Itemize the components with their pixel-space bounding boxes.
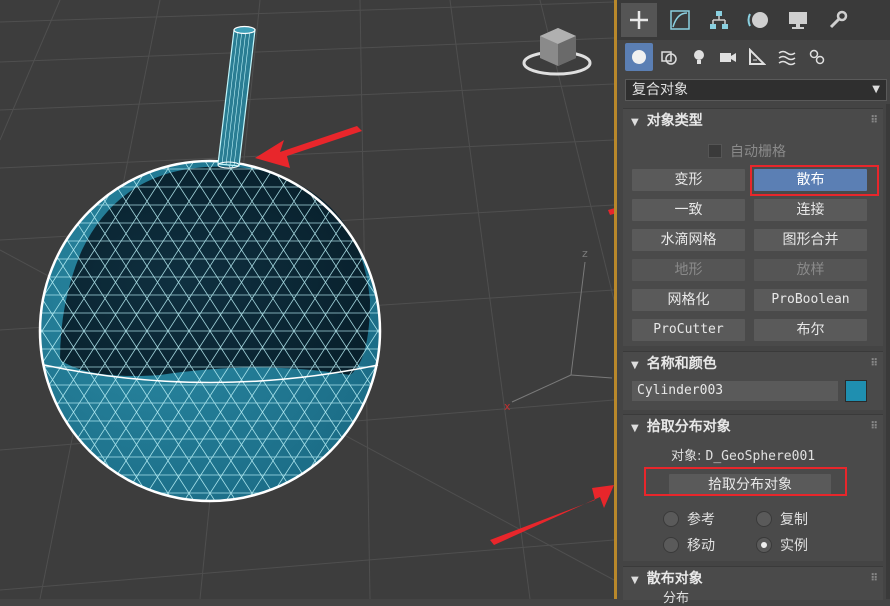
cameras-icon[interactable]	[714, 43, 742, 71]
category-dropdown-value: 复合对象	[632, 82, 688, 98]
name-color-rollout-header[interactable]: ▼ 名称和颜色 ⠿	[623, 352, 883, 376]
create-category-toolbar	[617, 40, 890, 76]
object-label: 对象:	[671, 449, 702, 464]
proboolean-button[interactable]: ProBoolean	[753, 288, 868, 312]
panel-scrollbar[interactable]	[886, 104, 890, 599]
geosphere-object[interactable]	[0, 159, 614, 503]
hierarchy-icon[interactable]	[701, 3, 737, 37]
scatter-objects-rollout: ▼ 散布对象 ⠿ 分布	[623, 566, 883, 606]
copy-radio[interactable]: 复制	[756, 509, 808, 529]
object-type-rollout-header[interactable]: ▼ 对象类型 ⠿	[623, 109, 883, 133]
collapse-triangle-icon: ▼	[631, 360, 639, 371]
name-color-rollout: ▼ 名称和颜色 ⠿ Cylinder003	[623, 351, 883, 410]
collapse-triangle-icon: ▼	[631, 575, 639, 586]
collapse-triangle-icon: ▼	[631, 423, 639, 434]
object-color-swatch[interactable]	[845, 380, 867, 402]
command-panel-tabs	[617, 0, 890, 40]
connect-button[interactable]: 连接	[753, 198, 868, 222]
space-warps-icon[interactable]	[773, 43, 801, 71]
mesher-button[interactable]: 网格化	[631, 288, 746, 312]
display-monitor-icon[interactable]	[780, 3, 816, 37]
instance-label: 实例	[780, 538, 808, 554]
shapemerge-button[interactable]: 图形合并	[753, 228, 868, 252]
systems-icon[interactable]	[803, 43, 831, 71]
instance-radio[interactable]: 实例	[756, 535, 808, 555]
copy-label: 复制	[780, 512, 808, 528]
cylinder-object[interactable]	[217, 25, 256, 169]
grip-icon: ⠿	[870, 421, 878, 432]
highlight-box	[644, 467, 847, 496]
axis-tripod	[511, 261, 613, 403]
geometry-sphere-icon[interactable]	[625, 43, 653, 71]
object-type-title: 对象类型	[646, 113, 703, 129]
radio-dot	[663, 511, 679, 527]
distribution-object-row: 对象: D_GeoSphere001	[671, 445, 815, 464]
object-type-rollout: ▼ 对象类型 ⠿ 自动栅格 变形 散布 一致 连接 水滴网格 图形合并 地形 放样…	[623, 108, 883, 346]
helpers-icon[interactable]	[743, 43, 771, 71]
procutter-button[interactable]: ProCutter	[631, 318, 746, 342]
terrain-button[interactable]: 地形	[631, 258, 746, 282]
radio-dot-selected	[756, 537, 772, 553]
object-value: D_GeoSphere001	[705, 449, 816, 464]
move-radio[interactable]: 移动	[663, 535, 715, 555]
checkbox-box	[708, 144, 722, 158]
motion-icon[interactable]	[741, 3, 777, 37]
grip-icon: ⠿	[870, 358, 878, 369]
radio-dot	[663, 537, 679, 553]
scatter-objects-rollout-header[interactable]: ▼ 散布对象 ⠿	[623, 567, 883, 591]
z-axis-label: z	[582, 247, 588, 260]
reference-label: 参考	[687, 512, 715, 528]
category-dropdown[interactable]: 复合对象 ▼	[625, 79, 887, 101]
grip-icon: ⠿	[870, 573, 878, 584]
radio-dot	[756, 511, 772, 527]
lights-icon[interactable]	[685, 43, 713, 71]
autogrid-checkbox[interactable]: 自动栅格	[708, 141, 786, 161]
autogrid-label: 自动栅格	[730, 144, 786, 160]
create-plus-icon[interactable]	[621, 3, 657, 37]
utilities-wrench-icon[interactable]	[820, 3, 856, 37]
blobmesh-button[interactable]: 水滴网格	[631, 228, 746, 252]
perspective-viewport[interactable]: z x	[0, 0, 614, 599]
distribution-group-label: 分布	[663, 591, 690, 606]
scatter-objects-title: 散布对象	[646, 571, 703, 587]
loft-button[interactable]: 放样	[753, 258, 868, 282]
highlight-box	[750, 165, 879, 196]
x-axis-label: x	[504, 400, 511, 413]
grip-icon: ⠿	[870, 115, 878, 126]
reference-radio[interactable]: 参考	[663, 509, 715, 529]
move-label: 移动	[687, 538, 715, 554]
collapse-triangle-icon: ▼	[631, 117, 639, 128]
viewport-canvas[interactable]: z x	[0, 0, 614, 599]
shapes-icon[interactable]	[655, 43, 683, 71]
pick-distribution-title: 拾取分布对象	[646, 419, 731, 435]
annotation-arrow	[490, 485, 614, 545]
command-panel: 复合对象 ▼ ▼ 对象类型 ⠿ 自动栅格 变形 散布 一致 连接 水滴网格 图形合…	[617, 0, 890, 606]
annotation-arrow	[255, 126, 362, 168]
dropdown-arrow-icon: ▼	[872, 84, 880, 95]
conform-button[interactable]: 一致	[631, 198, 746, 222]
pick-distribution-rollout-header[interactable]: ▼ 拾取分布对象 ⠿	[623, 415, 883, 439]
boolean-button[interactable]: 布尔	[753, 318, 868, 342]
modify-curve-icon[interactable]	[662, 3, 698, 37]
name-color-title: 名称和颜色	[646, 356, 717, 372]
object-name-field[interactable]: Cylinder003	[631, 380, 839, 402]
morph-button[interactable]: 变形	[631, 168, 746, 192]
